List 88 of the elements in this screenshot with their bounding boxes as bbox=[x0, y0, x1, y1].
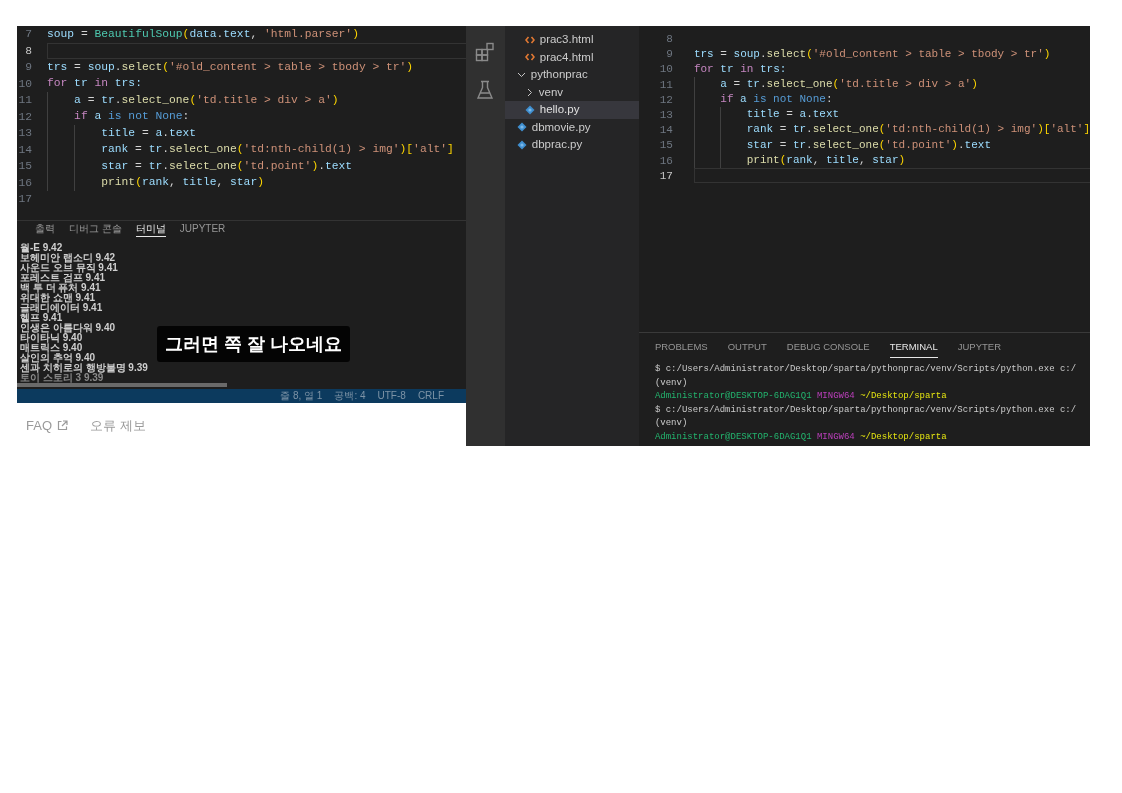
line-number: 12 bbox=[658, 92, 673, 107]
code-line: for tr in trs: bbox=[693, 61, 787, 77]
python-file-icon bbox=[516, 122, 527, 133]
terminal-line: (venv) bbox=[654, 376, 689, 390]
python-file-icon bbox=[524, 104, 535, 115]
code-line: soup = BeautifulSoup(data.text, 'html.parser') bbox=[47, 26, 359, 42]
code-line: rank = tr.select_one('td:nth-child(1) > img')['alt'] bbox=[101, 142, 454, 158]
panel-tab[interactable]: PROBLEMS bbox=[654, 341, 708, 358]
extensions-icon[interactable] bbox=[475, 42, 496, 62]
code-line: rank = tr.select_one('td:nth-child(1) > img')['alt'] bbox=[746, 122, 1090, 138]
status-item: CRLF bbox=[417, 390, 444, 403]
terminal-line: 백 투 더 퓨처 9.41 bbox=[20, 283, 101, 294]
code-line: star = tr.select_one('td.point').text bbox=[746, 137, 991, 153]
status-item: 공백: 4 bbox=[334, 390, 366, 403]
line-number: 13 bbox=[17, 126, 32, 141]
terminal-line: 인생은 아름다워 9.40 bbox=[20, 323, 116, 334]
code-line: trs = soup.select('#old_content > table > tbody > tr') bbox=[47, 59, 414, 75]
terminal-line: 사운드 오브 뮤직 9.41 bbox=[20, 263, 118, 274]
code-line: if a is not None: bbox=[74, 109, 190, 125]
scrollbar[interactable] bbox=[17, 383, 227, 388]
panel-tab[interactable]: JUPYTER bbox=[957, 341, 1001, 358]
panel-tab[interactable]: TERMINAL bbox=[889, 341, 938, 358]
panel-tab[interactable]: 터미널 bbox=[135, 223, 166, 238]
python-file-icon bbox=[516, 139, 527, 150]
file-item[interactable]: dbprac.py bbox=[504, 136, 639, 154]
terminal-line: 매트릭스 9.40 bbox=[20, 343, 83, 354]
code-line: for tr in trs: bbox=[47, 76, 142, 92]
code-line: title = a.text bbox=[101, 125, 197, 141]
line-number: 14 bbox=[658, 123, 673, 138]
panel-tab[interactable]: 출력 bbox=[35, 223, 55, 238]
terminal-line: (venv) bbox=[654, 417, 689, 430]
code-line: title = a.text bbox=[746, 107, 840, 123]
line-number: 11 bbox=[17, 93, 32, 108]
line-number: 10 bbox=[658, 62, 673, 77]
terminal-line: Administrator@DESKTOP-6DAG1Q1 MINGW64 ~/Desktop/sparta bbox=[654, 390, 948, 403]
terminal-line: Administrator@DESKTOP-6DAG1Q1 MINGW64 ~/Desktop/sparta bbox=[654, 430, 948, 444]
html-file-icon bbox=[524, 53, 535, 62]
line-number: 8 bbox=[24, 43, 32, 59]
terminal-line: $ c:/Users/Administrator/Desktop/sparta/pythonprac/venv/Scripts/python.exe c:/ bbox=[654, 363, 1078, 376]
terminal-line: 타이타닉 9.40 bbox=[20, 333, 83, 344]
code-line: print(rank, title, star) bbox=[746, 152, 906, 168]
line-number: 15 bbox=[658, 138, 673, 153]
status-item: 줄 8, 열 1 bbox=[280, 390, 323, 403]
panel-tab[interactable]: 디버그 콘솔 bbox=[69, 223, 122, 238]
file-item[interactable]: hello.py bbox=[504, 101, 639, 119]
file-item[interactable]: venv bbox=[504, 83, 639, 101]
panel-tab[interactable]: DEBUG CONSOLE bbox=[786, 341, 870, 358]
terminal-line: 보헤미안 랩소디 9.42 bbox=[20, 253, 116, 264]
terminal-line: 토이 스토리 3 9.39 bbox=[20, 373, 104, 384]
terminal-line: 헬프 9.41 bbox=[20, 313, 63, 324]
line-number: 16 bbox=[17, 175, 32, 191]
terminal-line: 위대한 쇼맨 9.41 bbox=[20, 293, 96, 304]
terminal-line: $ c:/Users/Administrator/Desktop/sparta/pythonprac/venv/Scripts/python.exe c:/ bbox=[654, 403, 1078, 417]
code-line: trs = soup.select('#old_content > table > tbody > tr') bbox=[693, 46, 1051, 62]
code-line: star = tr.select_one('td.point').text bbox=[101, 158, 353, 174]
code-line: if a is not None: bbox=[720, 92, 833, 108]
line-number: 11 bbox=[658, 77, 673, 92]
panel-tab[interactable]: OUTPUT bbox=[727, 341, 767, 358]
terminal-line: 글래디에이터 9.41 bbox=[20, 303, 103, 314]
terminal-line: 월-E 9.42 bbox=[20, 243, 63, 254]
file-item[interactable]: prac4.html bbox=[504, 48, 639, 66]
panel-tab[interactable]: JUPYTER bbox=[179, 223, 226, 238]
code-line: a = tr.select_one('td.title > div > a') bbox=[74, 92, 339, 108]
file-item[interactable]: dbmovie.py bbox=[504, 118, 639, 136]
line-number: 13 bbox=[658, 107, 673, 123]
line-number: 8 bbox=[665, 32, 673, 47]
terminal-line: 포레스트 검프 9.41 bbox=[20, 273, 106, 284]
terminal-line: 센과 치히로의 행방불명 9.39 bbox=[20, 363, 148, 374]
line-number: 17 bbox=[17, 192, 32, 207]
line-number: 17 bbox=[658, 168, 673, 183]
file-item[interactable]: prac3.html bbox=[504, 31, 639, 49]
terminal-line: 살인의 추억 9.40 bbox=[20, 353, 96, 364]
line-number: 12 bbox=[17, 109, 32, 125]
flask-icon[interactable] bbox=[476, 80, 495, 100]
line-number: 10 bbox=[17, 76, 32, 92]
status-item: UTF-8 bbox=[377, 390, 406, 403]
line-number: 15 bbox=[17, 159, 32, 174]
html-file-icon bbox=[524, 35, 535, 44]
line-number: 16 bbox=[658, 153, 673, 168]
line-number: 14 bbox=[17, 142, 32, 158]
line-number: 9 bbox=[24, 60, 32, 75]
code-line: print(rank, title, star) bbox=[101, 175, 264, 191]
external-link-icon bbox=[57, 420, 68, 432]
code-line: a = tr.select_one('td.title > div > a') bbox=[720, 76, 978, 92]
line-number: 7 bbox=[24, 27, 32, 42]
line-number: 9 bbox=[665, 47, 673, 62]
file-item[interactable]: pythonprac bbox=[504, 66, 639, 84]
subtitle: 그러면 쪽 잘 나오네요 bbox=[157, 326, 350, 362]
